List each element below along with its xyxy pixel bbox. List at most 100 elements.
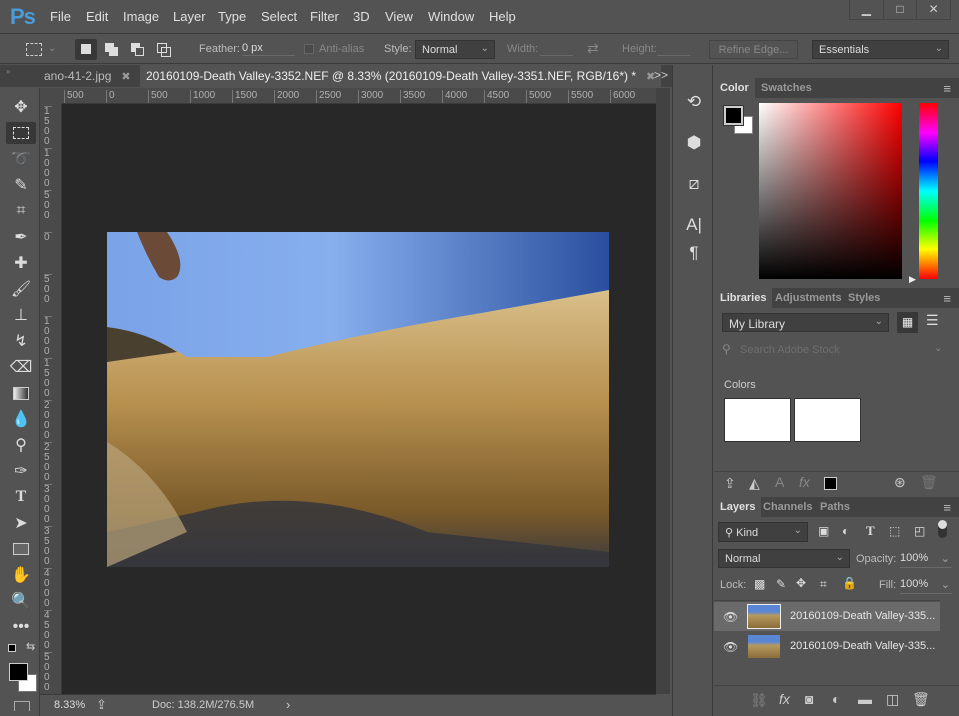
upload-icon[interactable]: ⇪ <box>724 475 736 492</box>
3d-panel-icon[interactable]: ⬢ <box>681 131 707 155</box>
lock-all-icon[interactable]: 🔒 <box>842 576 857 590</box>
menu-window[interactable]: Window <box>428 9 474 24</box>
layer-style-icon[interactable]: fx <box>779 691 790 707</box>
hand-tool-icon[interactable]: ✋ <box>6 564 36 586</box>
lock-artboard-icon[interactable]: ⌗ <box>820 577 827 592</box>
history-brush-tool-icon[interactable]: ↯ <box>6 330 36 352</box>
refine-edge-button[interactable]: Refine Edge... <box>709 40 798 59</box>
search-chevron-icon[interactable]: ⌄ <box>934 343 942 354</box>
add-foreground-color-icon[interactable] <box>824 477 837 490</box>
swap-dimensions-icon[interactable]: ⇄ <box>587 40 599 57</box>
history-panel-icon[interactable]: ⟲ <box>681 90 707 114</box>
new-selection-button[interactable] <box>75 39 97 60</box>
rectangle-tool-icon[interactable] <box>6 538 36 560</box>
fill-input[interactable]: 100% ⌄ <box>900 578 952 594</box>
add-graphic-icon[interactable]: ◭ <box>749 475 760 492</box>
horizontal-ruler[interactable]: 500 0 500 1000 1500 2000 2500 3000 3500 4000 4500 5… <box>62 88 656 104</box>
add-layer-style-icon[interactable]: fx <box>799 474 810 490</box>
menu-image[interactable]: Image <box>123 9 159 24</box>
pixel-filter-icon[interactable]: ▣ <box>818 524 829 538</box>
properties-panel-icon[interactable]: ⧄ <box>681 172 707 196</box>
link-layers-icon[interactable]: ⛓ <box>750 692 768 709</box>
healing-brush-tool-icon[interactable]: ✚ <box>6 252 36 274</box>
new-group-icon[interactable]: ▬ <box>858 691 872 707</box>
blur-tool-icon[interactable]: 💧 <box>6 408 36 430</box>
smart-object-filter-icon[interactable]: ◰ <box>914 524 925 538</box>
width-input[interactable] <box>540 42 573 56</box>
layer-row[interactable]: 👁 20160109-Death Valley-335... <box>714 632 940 661</box>
maximize-button[interactable]: □ <box>882 0 917 19</box>
visibility-eye-icon[interactable]: 👁 <box>723 610 738 624</box>
library-color-swatch[interactable] <box>724 398 791 442</box>
tab-paths[interactable]: Paths <box>814 497 856 517</box>
tab-adjustments[interactable]: Adjustments <box>769 288 848 308</box>
eyedropper-tool-icon[interactable]: ✒ <box>6 226 36 248</box>
lock-image-pixels-icon[interactable]: ✎ <box>776 577 786 591</box>
foreground-color-swatch[interactable] <box>9 663 28 681</box>
marquee-preset-icon[interactable] <box>26 43 42 56</box>
antialias-checkbox[interactable] <box>304 44 314 54</box>
lasso-tool-icon[interactable]: ➰ <box>6 148 36 170</box>
lock-transparent-pixels-icon[interactable]: ▩ <box>754 577 765 591</box>
stock-search-input[interactable]: Search Adobe Stock <box>740 344 945 356</box>
add-to-selection-button[interactable] <box>101 39 123 60</box>
workspace-select[interactable]: Essentials ⌄ <box>812 40 949 59</box>
rectangular-marquee-tool-icon[interactable] <box>6 122 36 144</box>
crop-tool-icon[interactable]: ⌗ <box>6 200 36 222</box>
tab-swatches[interactable]: Swatches <box>755 78 818 98</box>
close-tab-icon[interactable]: ✖ <box>121 71 130 83</box>
menu-help[interactable]: Help <box>489 9 516 24</box>
clone-stamp-tool-icon[interactable]: ⊥ <box>6 304 36 326</box>
minimize-button[interactable]: ▁ <box>850 0 883 19</box>
tab-layers[interactable]: Layers <box>714 497 762 517</box>
adjustment-filter-icon[interactable]: ◐ <box>842 524 849 538</box>
close-button[interactable]: ✕ <box>916 0 950 19</box>
tabs-overflow-button[interactable]: >> <box>654 68 668 82</box>
type-filter-icon[interactable]: T <box>866 523 875 539</box>
library-select[interactable]: My Library ⌄ <box>722 313 889 332</box>
type-tool-icon[interactable]: T <box>6 486 36 508</box>
document-image[interactable] <box>107 232 609 567</box>
menu-type[interactable]: Type <box>218 9 246 24</box>
quick-selection-tool-icon[interactable]: ✎ <box>6 174 36 196</box>
filter-toggle[interactable] <box>938 520 947 538</box>
hue-slider[interactable] <box>919 103 938 279</box>
menu-edit[interactable]: Edit <box>86 9 108 24</box>
opacity-input[interactable]: 100% ⌄ <box>900 552 952 568</box>
tab-libraries[interactable]: Libraries <box>714 288 773 308</box>
delete-layer-icon[interactable]: 🗑 <box>912 691 930 708</box>
zoom-tool-icon[interactable]: 🔍 <box>6 590 36 612</box>
status-menu-arrow[interactable]: › <box>286 697 290 712</box>
default-colors-icon[interactable] <box>8 644 16 652</box>
tab-ano-41-2[interactable]: ano-41-2.jpg ✖ <box>38 65 137 87</box>
panel-menu-icon[interactable]: ≡ <box>943 81 951 96</box>
more-tools-icon[interactable]: ••• <box>6 616 36 638</box>
menu-filter[interactable]: Filter <box>310 9 339 24</box>
menu-layer[interactable]: Layer <box>173 9 206 24</box>
tab-color[interactable]: Color <box>714 78 755 98</box>
list-view-button[interactable]: ☰ <box>926 312 939 329</box>
path-selection-tool-icon[interactable]: ➤ <box>6 512 36 534</box>
vertical-ruler[interactable]: 1500 1000 500 0 500 1000 1500 2000 2500 3000 3500 4… <box>40 104 62 694</box>
panel-menu-icon[interactable]: ≡ <box>943 291 951 306</box>
gradient-tool-icon[interactable] <box>6 382 36 404</box>
hue-slider-handle[interactable]: ▶ <box>909 274 916 285</box>
collapse-toolbar-icon[interactable]: » <box>6 67 10 76</box>
share-icon[interactable]: ⇪ <box>96 697 107 713</box>
menu-3d[interactable]: 3D <box>353 9 370 24</box>
panel-menu-icon[interactable]: ≡ <box>943 500 951 515</box>
eraser-tool-icon[interactable]: ⌫ <box>6 356 36 378</box>
add-mask-icon[interactable]: ◙ <box>805 691 813 707</box>
new-adjustment-layer-icon[interactable]: ◐ <box>832 691 840 707</box>
layer-row[interactable]: 👁 20160109-Death Valley-335... <box>714 602 940 631</box>
new-layer-icon[interactable]: ◫ <box>886 691 899 708</box>
quick-mask-icon[interactable] <box>14 701 30 711</box>
lock-position-icon[interactable]: ✥ <box>796 576 806 590</box>
shape-filter-icon[interactable]: ⬚ <box>889 524 900 538</box>
brush-tool-icon[interactable]: 🖌 <box>6 278 36 300</box>
add-character-style-icon[interactable]: A <box>775 474 784 490</box>
ruler-origin[interactable] <box>40 88 62 104</box>
style-select[interactable]: Normal ⌄ <box>415 40 495 59</box>
blend-mode-select[interactable]: Normal ⌄ <box>718 549 850 568</box>
foreground-color-chip[interactable] <box>723 105 744 126</box>
